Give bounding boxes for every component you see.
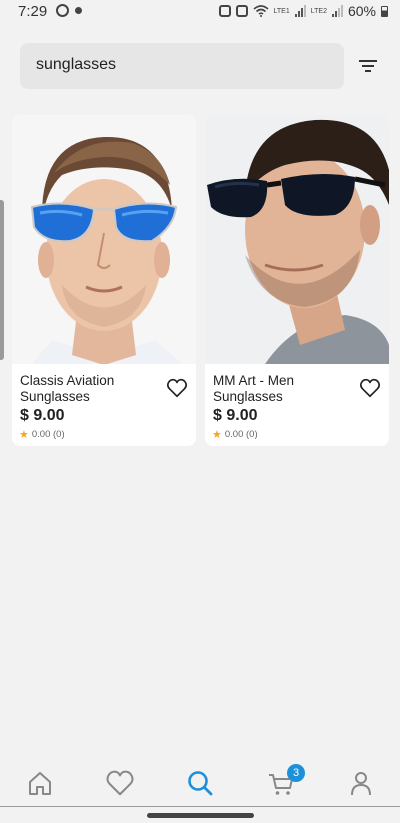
product-price: $ 9.00 bbox=[20, 407, 65, 424]
nav-divider bbox=[0, 806, 400, 807]
product-title: MM Art - Men Sunglasses bbox=[213, 373, 295, 404]
signal-2-icon bbox=[331, 5, 343, 17]
status-bar: 7:29 LTE1 LTE2 60% bbox=[0, 0, 400, 24]
search-icon bbox=[188, 771, 213, 796]
product-image bbox=[205, 115, 389, 364]
product-card[interactable]: MM Art - Men Sunglasses $ 9.00 ★ 0.00 (0… bbox=[205, 115, 389, 446]
heart-icon bbox=[167, 378, 187, 398]
lte2-label: LTE2 bbox=[310, 7, 327, 15]
heart-icon bbox=[106, 770, 134, 796]
home-gesture-bar[interactable] bbox=[147, 813, 254, 818]
search-query: sunglasses bbox=[36, 56, 117, 73]
profile-icon bbox=[351, 772, 371, 796]
rating-value: 0.00 (0) bbox=[224, 429, 258, 440]
wifi-icon bbox=[253, 5, 269, 17]
product-rating: ★ 0.00 (0) bbox=[19, 428, 65, 441]
nav-profile[interactable] bbox=[346, 768, 376, 798]
bottom-navigation bbox=[0, 760, 400, 806]
rating-value: 0.00 (0) bbox=[31, 429, 65, 440]
product-card[interactable]: Classis Aviation Sunglasses $ 9.00 ★ 0.0… bbox=[12, 115, 196, 446]
filter-button[interactable] bbox=[356, 56, 380, 76]
edge-panel-handle[interactable] bbox=[0, 200, 4, 360]
product-title: Classis Aviation Sunglasses bbox=[20, 373, 115, 404]
search-input[interactable]: sunglasses bbox=[20, 43, 344, 89]
signal-1-icon bbox=[294, 5, 306, 17]
battery-icon bbox=[381, 5, 388, 17]
notification-icon bbox=[235, 5, 248, 17]
status-time: 7:29 bbox=[18, 3, 48, 20]
lte1-label: LTE1 bbox=[273, 7, 290, 15]
home-icon bbox=[29, 772, 51, 795]
product-price: $ 9.00 bbox=[213, 407, 258, 424]
filter-icon bbox=[359, 60, 377, 72]
notification-dot-icon bbox=[75, 7, 82, 14]
product-rating: ★ 0.00 (0) bbox=[212, 428, 258, 441]
battery-percent: 60% bbox=[347, 3, 376, 19]
heart-icon bbox=[360, 378, 380, 398]
nav-wishlist[interactable] bbox=[105, 768, 135, 798]
nav-home[interactable] bbox=[25, 768, 55, 798]
whatsapp-icon bbox=[56, 4, 69, 17]
cart-badge: 3 bbox=[287, 764, 305, 782]
star-icon: ★ bbox=[19, 429, 29, 441]
alarm-icon bbox=[218, 5, 231, 17]
star-icon: ★ bbox=[212, 429, 222, 441]
wishlist-button[interactable] bbox=[359, 377, 381, 399]
wishlist-button[interactable] bbox=[166, 377, 188, 399]
nav-search[interactable] bbox=[185, 768, 215, 798]
product-image bbox=[12, 115, 196, 364]
